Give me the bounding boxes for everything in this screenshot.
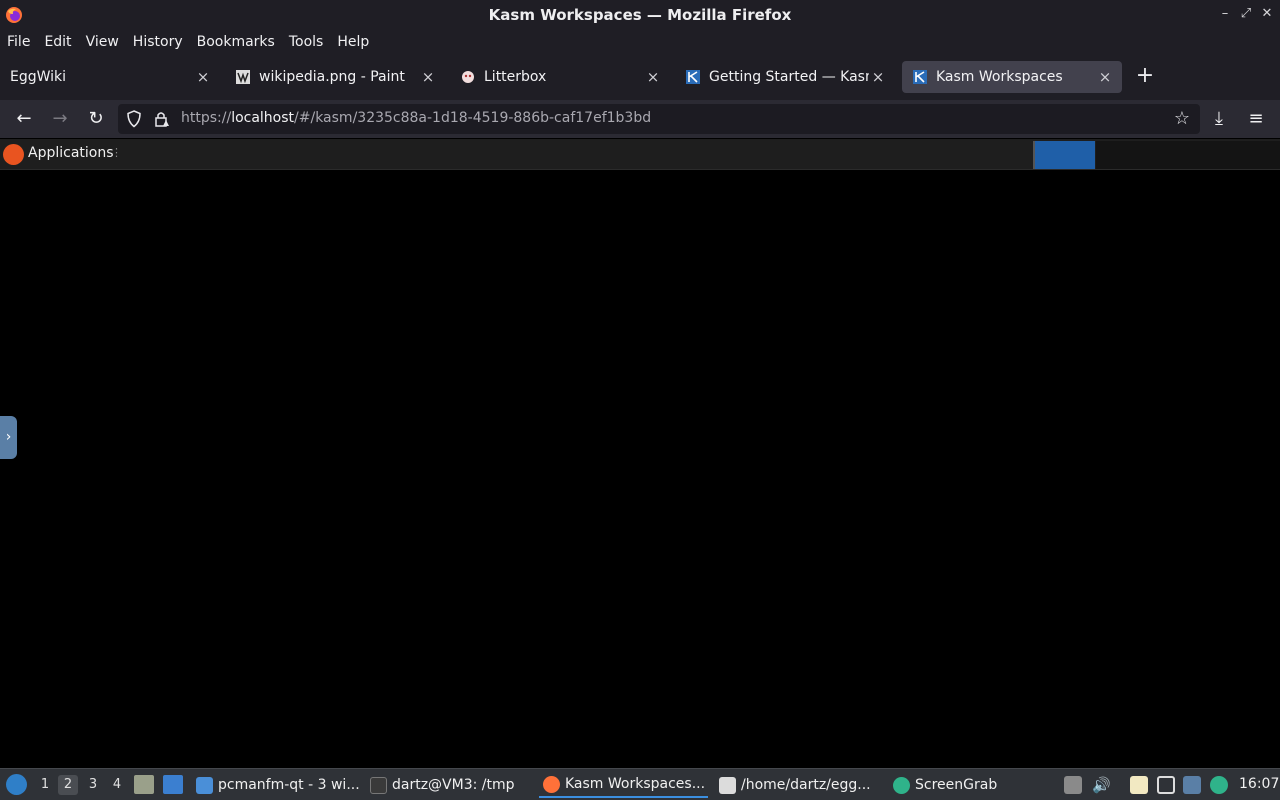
ubuntu-logo-icon[interactable] — [3, 144, 24, 165]
start-menu-icon[interactable] — [6, 774, 27, 795]
folder-icon — [196, 776, 213, 794]
task-pcmanfm[interactable]: pcmanfm-qt - 3 wi... — [192, 772, 364, 798]
desktop-switch-2[interactable]: 2 — [58, 775, 78, 795]
tab-close-icon[interactable]: × — [1096, 68, 1114, 86]
tab-label: Litterbox — [484, 69, 547, 85]
firefox-logo-icon — [6, 7, 22, 23]
menu-tools[interactable]: Tools — [289, 34, 324, 50]
task-screengrab[interactable]: ScreenGrab — [889, 772, 1001, 798]
kasm-icon — [913, 70, 927, 84]
tab-label: wikipedia.png - Paint — [259, 69, 405, 85]
desktop-switch-3[interactable]: 3 — [83, 775, 103, 795]
applications-more-icon[interactable]: ⋮ — [111, 146, 122, 159]
new-tab-button[interactable]: + — [1134, 65, 1156, 88]
workspace-button-3[interactable] — [1158, 141, 1220, 169]
window-titlebar: Kasm Workspaces — Mozilla Firefox – ⤢ ✕ — [0, 0, 1280, 30]
task-editor[interactable]: /home/dartz/egg... — [715, 772, 875, 798]
forward-button[interactable]: → — [50, 109, 70, 129]
tab-wikipedia-paint[interactable]: wikipedia.png - Paint × — [225, 61, 445, 93]
desktop-switch-4[interactable]: 4 — [107, 775, 127, 795]
system-taskbar: 1 2 3 4 pcmanfm-qt - 3 wi... dartz@VM3: … — [0, 768, 1280, 800]
lock-warning-icon[interactable] — [154, 110, 170, 128]
minimize-button[interactable]: – — [1216, 6, 1234, 21]
tab-eggwiki[interactable]: EggWiki × — [0, 61, 220, 93]
tab-getting-started-kasm[interactable]: Getting Started — Kasm × — [675, 61, 895, 93]
task-label: pcmanfm-qt - 3 wi... — [218, 777, 360, 793]
show-desktop-icon[interactable] — [134, 775, 154, 794]
menu-file[interactable]: File — [7, 34, 30, 50]
tab-strip: EggWiki × wikipedia.png - Paint × Litter… — [0, 54, 1280, 100]
applications-menu[interactable]: Applications — [28, 145, 114, 161]
menu-view[interactable]: View — [86, 34, 119, 50]
task-firefox-kasm[interactable]: Kasm Workspaces... — [539, 772, 708, 798]
firefox-icon — [543, 775, 560, 793]
workspace-button-2[interactable] — [1096, 141, 1158, 169]
editor-icon — [719, 776, 736, 794]
menu-edit[interactable]: Edit — [44, 34, 71, 50]
file-manager-icon[interactable] — [163, 775, 183, 794]
clipboard-icon[interactable] — [1130, 776, 1148, 794]
screengrab-icon — [893, 776, 910, 794]
menu-bookmarks[interactable]: Bookmarks — [197, 34, 275, 50]
tab-label: Kasm Workspaces — [936, 69, 1063, 85]
kasm-control-panel-toggle[interactable]: › — [0, 416, 17, 459]
tab-close-icon[interactable]: × — [869, 68, 887, 86]
tracking-protection-shield-icon[interactable] — [126, 110, 142, 128]
url-text[interactable]: https://localhost/#/kasm/3235c88a-1d18-4… — [181, 110, 651, 126]
task-label: ScreenGrab — [915, 777, 998, 793]
wikipedia-icon — [236, 70, 250, 84]
tab-kasm-workspaces[interactable]: Kasm Workspaces × — [902, 61, 1122, 93]
tab-label: EggWiki — [10, 69, 67, 85]
task-terminal[interactable]: dartz@VM3: /tmp — [366, 772, 519, 798]
desktop-switch-1[interactable]: 1 — [35, 775, 55, 795]
remote-desktop-canvas[interactable] — [0, 170, 1280, 768]
task-label: dartz@VM3: /tmp — [392, 777, 515, 793]
reload-button[interactable]: ↻ — [86, 109, 106, 129]
kasm-icon — [686, 70, 700, 84]
app-menu-button[interactable]: ≡ — [1246, 109, 1266, 129]
network-icon[interactable] — [1157, 776, 1175, 794]
terminal-icon — [370, 776, 387, 794]
screengrab-tray-icon[interactable] — [1210, 776, 1228, 794]
kasm-desktop-panel: Applications ⋮ — [0, 139, 1280, 170]
navigation-toolbar: ← → ↻ https://localhost/#/kasm/3235c88a-… — [0, 100, 1280, 138]
close-window-button[interactable]: ✕ — [1258, 6, 1276, 21]
url-host: localhost — [231, 110, 295, 126]
removable-media-icon[interactable] — [1064, 776, 1082, 794]
url-path: /#/kasm/3235c88a-1d18-4519-886b-caf17ef1… — [294, 110, 652, 126]
downloads-button[interactable]: ⤓ — [1209, 109, 1229, 129]
clock[interactable]: 16:07 — [1239, 776, 1279, 792]
maximize-button[interactable]: ⤢ — [1237, 6, 1255, 21]
menu-history[interactable]: History — [133, 34, 183, 50]
tab-close-icon[interactable]: × — [419, 68, 437, 86]
workspace-button-1[interactable] — [1033, 141, 1095, 169]
litterbox-icon — [462, 71, 474, 83]
menu-help[interactable]: Help — [337, 34, 369, 50]
url-bar[interactable]: https://localhost/#/kasm/3235c88a-1d18-4… — [118, 104, 1200, 134]
volume-icon[interactable]: 🔊 — [1092, 776, 1111, 794]
url-prefix: https:// — [181, 110, 232, 126]
tab-close-icon[interactable]: × — [644, 68, 662, 86]
menu-bar: File Edit View History Bookmarks Tools H… — [0, 30, 1280, 54]
tab-litterbox[interactable]: Litterbox × — [450, 61, 670, 93]
tab-label: Getting Started — Kasm — [709, 69, 869, 85]
back-button[interactable]: ← — [14, 109, 34, 129]
bookmark-star-icon[interactable]: ☆ — [1174, 108, 1190, 129]
task-label: /home/dartz/egg... — [741, 777, 871, 793]
window-title: Kasm Workspaces — Mozilla Firefox — [488, 6, 792, 24]
tab-close-icon[interactable]: × — [194, 68, 212, 86]
notification-icon[interactable] — [1183, 776, 1201, 794]
task-label: Kasm Workspaces... — [565, 776, 706, 792]
workspace-button-4[interactable] — [1220, 141, 1280, 169]
